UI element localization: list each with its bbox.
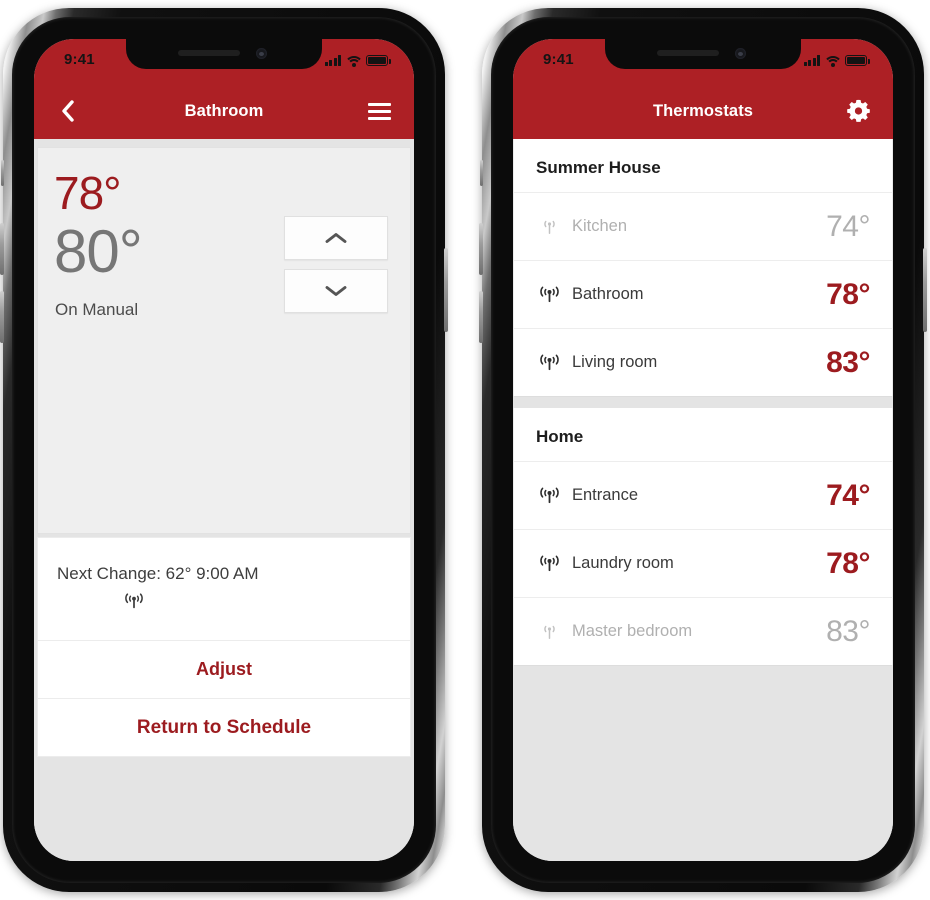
cellular-bars-icon [324,55,341,66]
thermostat-row[interactable]: Entrance 74° [514,461,892,529]
volume-down-button[interactable] [0,291,4,343]
wifi-icon [344,55,363,67]
front-camera-icon [735,48,746,59]
group-title: Home [536,427,584,446]
thermostat-room-label: Living room [572,353,658,371]
cellular-bars-icon [803,55,820,66]
mute-switch[interactable] [1,160,4,186]
row-signal-icon-wrap [534,217,564,236]
settings-button[interactable] [841,94,875,128]
phone-device-right: 9:41 Thermostats Summer House Kitchen 74… [479,8,927,892]
earpiece-speaker-icon [657,50,719,56]
return-to-schedule-label: Return to Schedule [136,716,312,738]
thermostat-detail-card: 78° 80° On Manual [37,147,411,534]
temperature-decrease-button[interactable] [284,269,388,313]
antenna-signal-icon [539,487,559,504]
thermostat-room-temperature: 83° [826,614,870,648]
thermostat-room-temperature: 78° [826,546,870,580]
thermostat-row[interactable]: Master bedroom 83° [514,597,892,665]
phone-device-left: 9:41 Bathroom 78° 80° On Manual Next Cha… [0,8,448,892]
chevron-up-icon [325,233,347,243]
volume-up-button[interactable] [0,223,4,275]
row-signal-icon-wrap [534,486,564,505]
antenna-signal-icon [539,286,559,303]
next-change-label: Next Change: 62° 9:00 AM [57,564,259,583]
thermostat-group: Home Entrance 74° Laundry room 78° Master bed… [513,408,893,666]
nav-bar-right: Thermostats [513,83,893,139]
status-icons [324,52,391,67]
adjust-button[interactable]: Adjust [38,640,410,698]
nav-bar-left: Bathroom [34,83,414,139]
group-title: Summer House [536,158,661,177]
current-temperature: 78° [54,167,122,219]
phone-bezel-left: 9:41 Bathroom 78° 80° On Manual Next Cha… [12,17,436,883]
temperature-increase-button[interactable] [284,216,388,260]
thermostat-room-temperature: 78° [826,277,870,311]
antenna-signal-off-icon [543,220,555,234]
menu-button[interactable] [362,94,396,128]
chevron-left-icon [61,100,74,122]
page-title: Bathroom [184,101,264,120]
page-title: Thermostats [652,101,754,120]
thermostat-room-label: Laundry room [572,554,674,572]
thermostat-detail-body: 78° 80° On Manual Next Change: 62° 9:00 … [34,139,414,861]
row-signal-icon-wrap [534,285,564,304]
thermostat-row[interactable]: Laundry room 78° [514,529,892,597]
thermostat-room-temperature: 83° [826,345,870,379]
antenna-signal-off-icon [543,625,555,639]
thermostat-groups: Summer House Kitchen 74° Bathroom 78° Living … [513,139,893,666]
phone-bezel-right: 9:41 Thermostats Summer House Kitchen 74… [491,17,915,883]
schedule-info-card: Next Change: 62° 9:00 AM Adjust Return t… [37,537,411,757]
volume-up-button-right[interactable] [479,223,483,275]
thermostat-row[interactable]: Living room 83° [514,328,892,396]
row-signal-icon-wrap [534,554,564,573]
thermostat-room-temperature: 74° [826,478,870,512]
temperature-stepper [284,216,388,313]
back-button[interactable] [50,94,84,128]
thermostat-room-label: Master bedroom [572,622,693,640]
power-button-right[interactable] [923,248,927,332]
thermostat-room-label: Kitchen [572,217,628,235]
earpiece-speaker-icon [178,50,240,56]
row-signal-icon-wrap [534,353,564,372]
antenna-signal-icon [539,555,559,572]
thermostat-row[interactable]: Bathroom 78° [514,260,892,328]
screen-right: 9:41 Thermostats Summer House Kitchen 74… [513,39,893,861]
status-icons [803,52,870,67]
target-temperature: 80° [54,218,143,285]
screen-left: 9:41 Bathroom 78° 80° On Manual Next Cha… [34,39,414,861]
thermostat-group: Summer House Kitchen 74° Bathroom 78° Living … [513,139,893,397]
notch-left [126,39,322,69]
status-time: 9:41 [543,51,574,68]
battery-full-icon [366,55,391,66]
volume-down-button-right[interactable] [479,291,483,343]
wifi-icon [823,55,842,67]
thermostat-list: Summer House Kitchen 74° Bathroom 78° Living … [513,139,893,861]
hamburger-menu-icon [367,102,391,120]
notch-right [605,39,801,69]
thermostat-row[interactable]: Kitchen 74° [514,192,892,260]
thermostat-room-label: Bathroom [572,285,644,303]
chevron-down-icon [325,286,347,296]
gear-icon [846,99,870,122]
row-signal-icon-wrap [534,622,564,641]
thermostat-room-label: Entrance [572,486,639,504]
mute-switch-right[interactable] [480,160,483,186]
antenna-signal-icon [38,592,410,640]
antenna-signal-icon [539,354,559,371]
power-button[interactable] [444,248,448,332]
front-camera-icon [256,48,267,59]
thermostat-mode-label: On Manual [55,300,139,319]
thermostat-room-temperature: 74° [826,209,870,243]
adjust-button-label: Adjust [196,659,252,679]
return-to-schedule-button[interactable]: Return to Schedule [38,698,410,756]
battery-full-icon [845,55,870,66]
status-time: 9:41 [64,51,95,68]
